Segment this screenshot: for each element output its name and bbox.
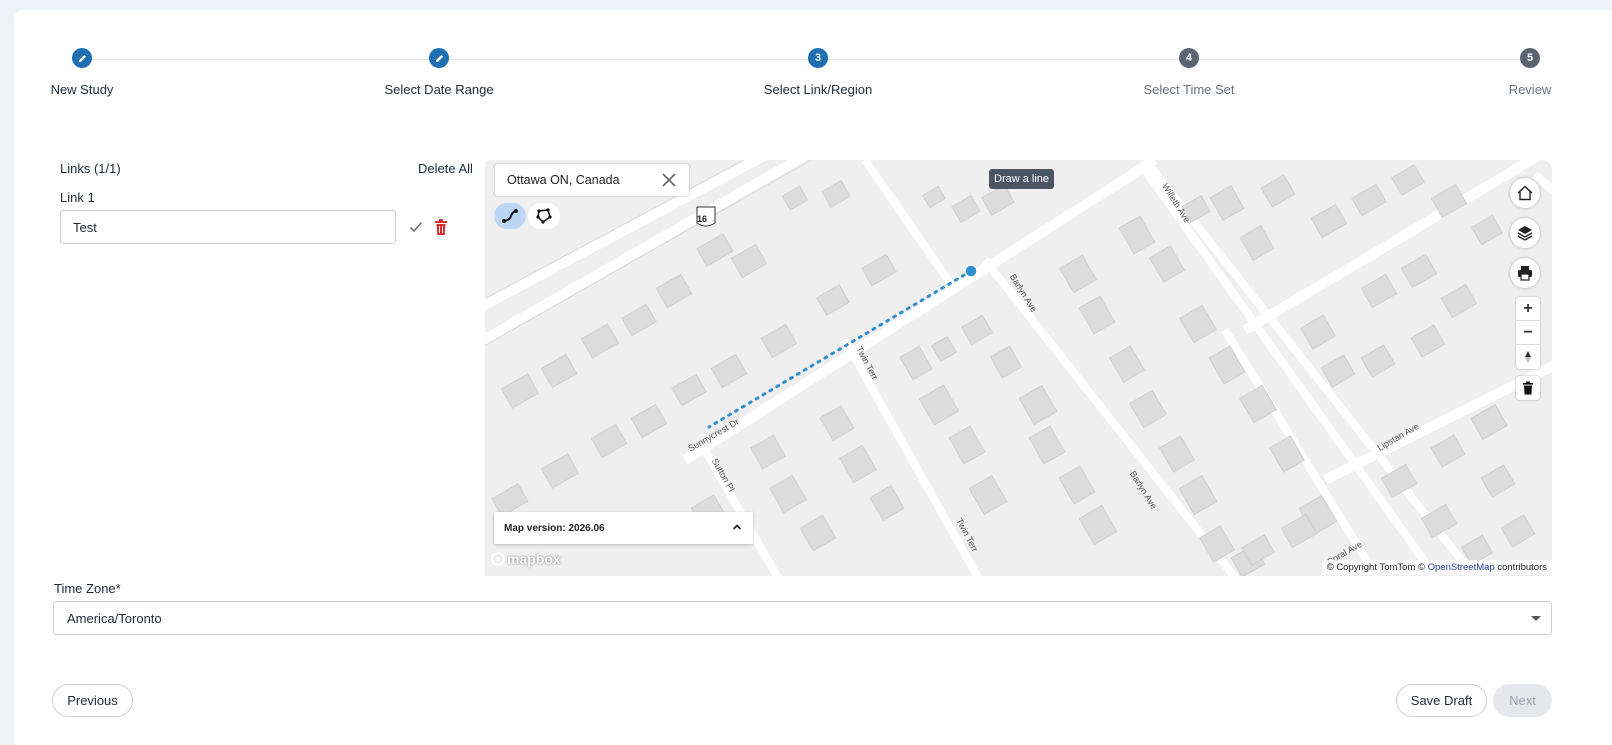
study-wizard-card: New Study Select Date Range 3 Select Lin… — [14, 10, 1612, 745]
attribution-prefix: © Copyright TomTom © — [1326, 562, 1425, 573]
stepper: New Study Select Date Range 3 Select Lin… — [14, 10, 1612, 120]
delete-all-button[interactable]: Delete All — [418, 161, 473, 176]
step-5-label: Review — [1508, 82, 1552, 97]
zoom-in-icon[interactable]: + — [1516, 297, 1540, 321]
map-version-label: Map version: 2026.06 — [504, 522, 605, 534]
zoom-out-icon[interactable]: − — [1516, 321, 1540, 345]
mapbox-logo-icon — [491, 552, 505, 566]
map-search-value: Ottawa ON, Canada — [507, 173, 620, 187]
check-icon[interactable] — [408, 219, 424, 235]
line-draw-icon[interactable] — [494, 203, 526, 229]
delete-link-trash-icon[interactable] — [433, 218, 449, 236]
timezone-label: Time Zone* — [54, 581, 121, 596]
draw-line-tooltip: Draw a line — [989, 169, 1055, 189]
step-1-edit-icon[interactable] — [72, 48, 92, 68]
step-3-number[interactable]: 3 — [808, 48, 828, 68]
close-icon[interactable] — [661, 172, 677, 188]
attribution-suffix: contributors — [1497, 562, 1547, 573]
link-1-name-input[interactable] — [60, 210, 396, 244]
map-canvas[interactable]: 16 Willeth Ave Barlyn Ave Barlyn Ave Twi… — [485, 160, 1552, 576]
step-1-label: New Study — [50, 82, 114, 97]
mapbox-logo-text: mapbox — [507, 551, 561, 567]
next-button[interactable]: Next — [1493, 684, 1552, 717]
draw-tools — [494, 203, 560, 229]
zoom-controls: + − — [1516, 297, 1540, 369]
caret-down-icon — [1531, 616, 1541, 621]
route-shield-number: 16 — [697, 214, 708, 224]
links-header: Links (1/1) — [60, 161, 121, 176]
timezone-value: America/Toronto — [67, 610, 162, 626]
home-icon[interactable] — [1510, 178, 1540, 208]
step-3-label: Select Link/Region — [763, 82, 873, 97]
step-5-number[interactable]: 5 — [1520, 48, 1540, 68]
trash-icon[interactable] — [1516, 376, 1540, 400]
step-4-number[interactable]: 4 — [1179, 48, 1199, 68]
print-icon[interactable] — [1510, 258, 1540, 288]
polygon-draw-icon[interactable] — [528, 203, 560, 229]
openstreetmap-link[interactable]: OpenStreetMap — [1428, 562, 1495, 573]
save-draft-button[interactable]: Save Draft — [1396, 684, 1487, 717]
map-attribution: © Copyright TomTom © OpenStreetMap contr… — [1321, 560, 1552, 575]
layers-icon[interactable] — [1510, 218, 1540, 248]
map-search-box[interactable]: Ottawa ON, Canada — [495, 164, 689, 196]
timezone-select[interactable]: America/Toronto — [53, 601, 1552, 635]
step-2-label: Select Date Range — [384, 82, 494, 97]
step-2-edit-icon[interactable] — [429, 48, 449, 68]
mapbox-logo: mapbox — [491, 551, 561, 567]
chevron-up-icon[interactable] — [731, 521, 743, 533]
map-version-panel[interactable]: Map version: 2026.06 — [494, 512, 753, 544]
previous-button[interactable]: Previous — [52, 684, 133, 717]
step-4-label: Select Time Set — [1143, 82, 1235, 97]
compass-icon[interactable] — [1516, 345, 1540, 369]
link-1-label: Link 1 — [60, 190, 95, 205]
